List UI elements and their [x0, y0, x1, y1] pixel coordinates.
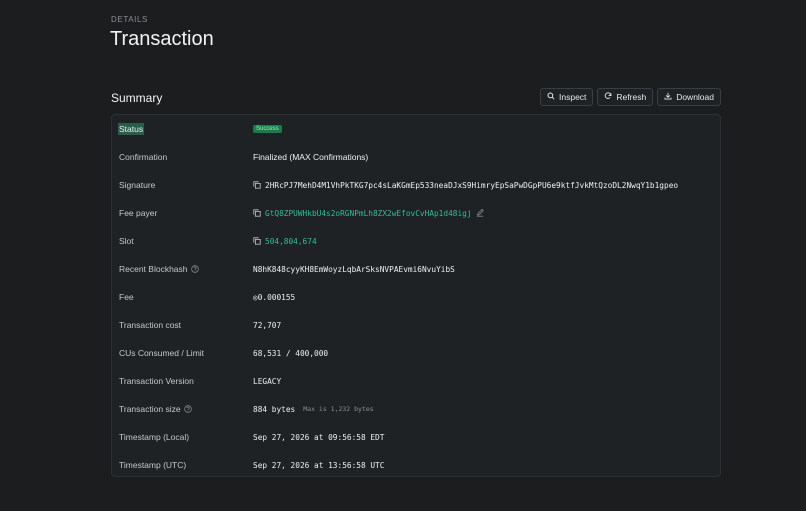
fee-label: Fee — [119, 292, 134, 302]
timestamp-local-label: Timestamp (Local) — [119, 432, 190, 442]
size-value: 884 bytes Max is 1,232 bytes — [253, 405, 374, 414]
cus-row: CUs Consumed / Limit 68,531 / 400,000 — [112, 339, 720, 367]
size-note: Max is 1,232 bytes — [303, 405, 374, 413]
fee-payer-label: Fee payer — [119, 208, 158, 218]
timestamp-local-value: Sep 27, 2026 at 09:56:58 EDT — [253, 432, 385, 442]
page-eyebrow: DETAILS — [111, 15, 148, 24]
status-row: Status Success — [112, 115, 720, 143]
transaction-cost-label: Transaction cost — [119, 320, 182, 330]
timestamp-utc-label: Timestamp (UTC) — [119, 460, 187, 470]
copy-icon[interactable] — [253, 237, 261, 245]
version-row: Transaction Version LEGACY — [112, 367, 720, 395]
refresh-label: Refresh — [616, 92, 647, 102]
help-icon[interactable] — [183, 405, 192, 413]
recent-blockhash-value: N8hK848cyyKH8EmWoyzLqbArSksNVPAEvmi6NvuY… — [253, 264, 455, 274]
recent-blockhash-label-text: Recent Blockhash — [119, 264, 188, 274]
slot-link[interactable]: 504,804,674 — [265, 237, 317, 246]
slot-row: Slot 504,804,674 — [112, 227, 720, 255]
page-title: Transaction — [110, 28, 214, 50]
page: DETAILS Transaction Summary Inspect Refr… — [0, 0, 806, 511]
download-button[interactable]: Download — [657, 88, 721, 106]
search-icon — [547, 92, 555, 102]
fee-payer-link[interactable]: GtQ8ZPUWHkbU4s2oRGNPmLh8ZX2wEfovCvHAp1d4… — [265, 209, 472, 218]
timestamp-local-row: Timestamp (Local) Sep 27, 2026 at 09:56:… — [112, 423, 720, 451]
summary-toolbar: Inspect Refresh Download — [540, 88, 721, 106]
refresh-button[interactable]: Refresh — [597, 88, 654, 106]
edit-icon[interactable] — [476, 209, 484, 217]
status-value: Success — [253, 125, 282, 133]
version-label: Transaction Version — [119, 376, 194, 386]
transaction-cost-row: Transaction cost 72,707 — [112, 311, 720, 339]
timestamp-utc-value: Sep 27, 2026 at 13:56:58 UTC — [253, 460, 385, 470]
cus-label: CUs Consumed / Limit — [119, 348, 205, 358]
timestamp-utc-row: Timestamp (UTC) Sep 27, 2026 at 13:56:58… — [112, 451, 720, 479]
signature-value: 2HRcPJ7MehD4M1VhPkTKG7pc4sLaKGmEp533neaD… — [253, 181, 678, 190]
confirmation-value: Finalized (MAX Confirmations) — [253, 152, 369, 162]
recent-blockhash-label: Recent Blockhash — [119, 264, 199, 274]
size-label: Transaction size — [119, 404, 192, 414]
summary-title: Summary — [111, 91, 163, 105]
confirmation-label: Confirmation — [119, 152, 168, 162]
slot-label: Slot — [119, 236, 134, 246]
inspect-button[interactable]: Inspect — [540, 88, 594, 106]
copy-icon[interactable] — [253, 209, 261, 217]
fee-row: Fee ◎0.000155 — [112, 283, 720, 311]
fee-payer-value: GtQ8ZPUWHkbU4s2oRGNPmLh8ZX2wEfovCvHAp1d4… — [253, 209, 484, 218]
fee-payer-row: Fee payer GtQ8ZPUWHkbU4s2oRGNPmLh8ZX2wEf… — [112, 199, 720, 227]
confirmation-row: Confirmation Finalized (MAX Confirmation… — [112, 143, 720, 171]
copy-icon[interactable] — [253, 181, 261, 189]
cus-value: 68,531 / 400,000 — [253, 348, 329, 358]
size-value-text: 884 bytes — [253, 404, 296, 414]
signature-text[interactable]: 2HRcPJ7MehD4M1VhPkTKG7pc4sLaKGmEp533neaD… — [265, 181, 678, 190]
version-value: LEGACY — [253, 376, 282, 386]
signature-label: Signature — [119, 180, 156, 190]
download-label: Download — [676, 92, 714, 102]
download-icon — [664, 92, 672, 102]
inspect-label: Inspect — [559, 92, 587, 102]
signature-row: Signature 2HRcPJ7MehD4M1VhPkTKG7pc4sLaKG… — [112, 171, 720, 199]
size-row: Transaction size 884 bytes Max is 1,232 … — [112, 395, 720, 423]
slot-value: 504,804,674 — [253, 237, 317, 246]
size-label-text: Transaction size — [119, 404, 181, 414]
status-badge: Success — [253, 125, 282, 133]
refresh-icon — [604, 92, 612, 102]
help-icon[interactable] — [190, 265, 199, 273]
summary-card: Status Success Confirmation Finalized (M… — [111, 114, 721, 477]
transaction-cost-value: 72,707 — [253, 320, 282, 330]
status-label: Status — [118, 123, 145, 135]
fee-value: ◎0.000155 — [253, 292, 296, 302]
recent-blockhash-row: Recent Blockhash N8hK848cyyKH8EmWoyzLqbA… — [112, 255, 720, 283]
